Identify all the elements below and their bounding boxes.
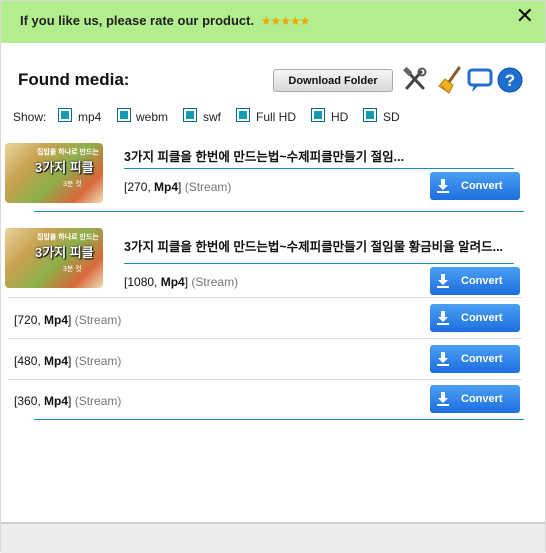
stream-info: [270, Mp4] (Stream) xyxy=(124,180,232,194)
settings-tools-icon[interactable] xyxy=(401,66,429,94)
bottom-bar xyxy=(1,522,545,553)
convert-label: Convert xyxy=(461,353,503,365)
filter-label-swf: swf xyxy=(203,110,221,124)
download-arrow-icon xyxy=(437,311,449,325)
banner-message: If you like us, please rate our product. xyxy=(20,13,255,28)
convert-button[interactable]: Convert xyxy=(430,267,520,295)
video-thumbnail: 집밥을 하나로 만드는 3가지 피클 3분 컷 xyxy=(5,228,103,288)
rating-stars-icon[interactable]: ★★★★★ xyxy=(261,14,311,28)
download-arrow-icon xyxy=(437,392,449,406)
chat-feedback-icon[interactable] xyxy=(466,66,494,94)
convert-button[interactable]: Convert xyxy=(430,172,520,200)
filter-checkbox-hd[interactable] xyxy=(311,108,325,122)
filter-label-webm: webm xyxy=(136,110,169,124)
download-arrow-icon xyxy=(437,179,449,193)
filter-checkbox-swf[interactable] xyxy=(183,108,197,122)
item-divider xyxy=(34,211,524,212)
convert-label: Convert xyxy=(461,312,503,324)
broom-clean-icon[interactable] xyxy=(437,66,465,94)
filter-label-hd: HD xyxy=(331,110,349,124)
filter-checkbox-webm[interactable] xyxy=(117,108,131,122)
close-icon[interactable]: ✕ xyxy=(516,3,534,29)
filter-label-mp4: mp4 xyxy=(78,110,102,124)
filter-checkbox-full-hd[interactable] xyxy=(236,108,250,122)
convert-label: Convert xyxy=(461,393,503,405)
title-divider xyxy=(124,263,514,264)
thumbnail-caption: 집밥을 하나로 만드는 xyxy=(37,234,99,241)
convert-label: Convert xyxy=(461,180,503,192)
rating-banner[interactable]: If you like us, please rate our product.… xyxy=(1,1,545,43)
thumbnail-badge: 3분 컷 xyxy=(63,181,82,188)
stream-info: [360, Mp4] (Stream) xyxy=(14,394,122,408)
convert-button[interactable]: Convert xyxy=(430,345,520,373)
filter-checkbox-mp4[interactable] xyxy=(58,108,72,122)
rating-banner-text: If you like us, please rate our product.… xyxy=(20,13,311,28)
download-folder-button[interactable]: Download Folder xyxy=(273,69,393,92)
download-arrow-icon xyxy=(437,274,449,288)
convert-label: Convert xyxy=(461,275,503,287)
stream-info: [720, Mp4] (Stream) xyxy=(14,313,122,327)
filter-label-full-hd: Full HD xyxy=(256,110,297,124)
title-divider xyxy=(124,168,514,169)
filter-label-sd: SD xyxy=(383,110,400,124)
row-divider xyxy=(8,379,522,380)
download-arrow-icon xyxy=(437,352,449,366)
media-title: 3가지 피클을 한번에 만드는법~수제피클만들기 절임물 황금비율 알려드... xyxy=(124,240,504,254)
thumbnail-title: 3가지 피클 xyxy=(35,245,94,260)
thumbnail-badge: 3분 컷 xyxy=(63,266,82,273)
row-divider xyxy=(8,338,522,339)
item-divider xyxy=(34,419,524,420)
row-divider xyxy=(8,297,522,298)
video-thumbnail: 집밥을 하나로 만드는 3가지 피클 3분 컷 xyxy=(5,143,103,203)
page-title: Found media: xyxy=(18,70,130,89)
svg-text:?: ? xyxy=(505,71,515,90)
media-title: 3가지 피클을 한번에 만드는법~수제피클만들기 절임... xyxy=(124,150,405,164)
help-icon[interactable]: ? xyxy=(496,66,524,94)
thumbnail-title: 3가지 피클 xyxy=(35,160,94,175)
thumbnail-caption: 집밥을 하나로 만드는 xyxy=(37,149,99,156)
show-label: Show: xyxy=(13,110,47,124)
stream-info: [480, Mp4] (Stream) xyxy=(14,354,122,368)
convert-button[interactable]: Convert xyxy=(430,304,520,332)
convert-button[interactable]: Convert xyxy=(430,385,520,413)
stream-info: [1080, Mp4] (Stream) xyxy=(124,275,239,289)
filter-checkbox-sd[interactable] xyxy=(363,108,377,122)
